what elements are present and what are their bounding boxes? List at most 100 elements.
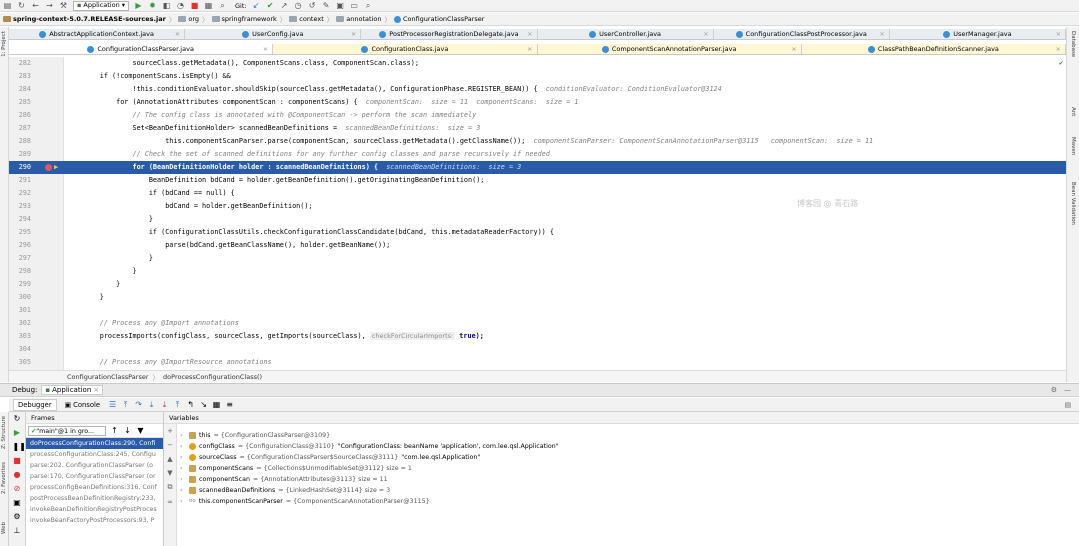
nav-crumb-class[interactable]: ConfigurationClassParser: [393, 15, 484, 23]
forward-icon[interactable]: →: [45, 1, 54, 10]
close-icon[interactable]: ×: [879, 30, 884, 38]
tab-configuration-class-parser[interactable]: ConfigurationClassParser.java ×: [9, 44, 274, 54]
tab-user-config[interactable]: UserConfig.java ×: [185, 29, 362, 39]
move-down-icon[interactable]: ▼: [167, 469, 172, 477]
expand-arrow-icon[interactable]: ›: [180, 474, 186, 485]
nav-crumb-context[interactable]: context: [289, 15, 324, 23]
close-icon[interactable]: ×: [791, 45, 796, 53]
tab-class-path-bean-definition-scanner[interactable]: ClassPathBeanDefinitionScanner.java ×: [801, 44, 1066, 54]
menu-icon[interactable]: ☰: [108, 400, 117, 409]
tab-configuration-class[interactable]: ConfigurationClass.java ×: [273, 44, 538, 54]
layout-icon[interactable]: ▤: [1065, 401, 1071, 409]
arrow-down-icon[interactable]: ↓: [123, 426, 132, 435]
git-commit-icon[interactable]: ✔: [266, 1, 275, 10]
remove-watch-icon[interactable]: −: [167, 441, 173, 449]
profile-icon[interactable]: ◔: [176, 1, 185, 10]
gear-icon[interactable]: ⚙: [1051, 386, 1057, 394]
maven-tool-button[interactable]: Maven: [1070, 137, 1076, 155]
tab-console[interactable]: ▣ Console: [61, 400, 104, 410]
expand-arrow-icon[interactable]: ›: [180, 430, 186, 441]
stack-frame-item[interactable]: parse:202, ConfigurationClassParser (o: [26, 460, 163, 471]
tab-post-processor-registration-delegate[interactable]: PostProcessorRegistrationDelegate.java ×: [361, 29, 538, 39]
copy-icon[interactable]: ⧉: [168, 483, 173, 492]
close-icon[interactable]: ×: [263, 45, 268, 53]
stack-frame-item[interactable]: invokeBeanFactoryPostProcessors:93, P: [26, 515, 163, 526]
drop-frame-icon[interactable]: ↰: [186, 400, 195, 409]
close-icon[interactable]: ×: [1056, 45, 1061, 53]
stack-frame-item[interactable]: processConfigurationClass:245, Configu: [26, 449, 163, 460]
expand-arrow-icon[interactable]: ›: [180, 452, 186, 463]
breadcrumb-method[interactable]: doProcessConfigurationClass(): [163, 373, 262, 381]
close-icon[interactable]: ×: [1056, 30, 1061, 38]
expand-arrow-icon[interactable]: ›: [180, 485, 186, 496]
settings-icon[interactable]: ⚙: [13, 512, 22, 521]
close-icon[interactable]: ×: [703, 30, 708, 38]
filter-icon[interactable]: ▼: [136, 426, 145, 435]
breadcrumb-class[interactable]: ConfigurationClassParser: [67, 373, 149, 381]
build-icon[interactable]: ▦: [204, 1, 213, 10]
force-step-into-icon[interactable]: ⤓: [160, 400, 169, 409]
settings-wrench-icon[interactable]: ✎: [322, 1, 331, 10]
web-tool-button[interactable]: Web: [1, 522, 7, 534]
breakpoint-icon[interactable]: [45, 164, 52, 171]
variable-row[interactable]: › configClass = {ConfigurationClass@3110}…: [180, 441, 559, 452]
trace-icon[interactable]: ≡: [225, 400, 234, 409]
git-push-icon[interactable]: ↗: [280, 1, 289, 10]
pause-icon[interactable]: ❚❚: [13, 442, 26, 451]
git-history-icon[interactable]: ◷: [294, 1, 303, 10]
run-config-dropdown[interactable]: ▪ Application ▾: [73, 0, 129, 11]
close-icon[interactable]: ×: [351, 30, 356, 38]
move-up-icon[interactable]: ▲: [167, 455, 172, 463]
add-watch-icon[interactable]: +: [167, 427, 173, 435]
get-thread-dump-icon[interactable]: ▣: [13, 498, 22, 507]
variable-row[interactable]: › componentScan = {AnnotationAttributes@3…: [180, 474, 388, 485]
stop-icon[interactable]: ■: [190, 1, 199, 10]
expand-arrow-icon[interactable]: ›: [180, 441, 186, 452]
nav-crumb-jar[interactable]: spring-context-5.0.7.RELEASE-sources.jar: [3, 15, 166, 23]
debug-session-tab[interactable]: ▪ Application ×: [41, 385, 104, 395]
tab-user-controller[interactable]: UserController.java ×: [538, 29, 714, 39]
nav-crumb-annotation[interactable]: annotation: [336, 15, 381, 23]
bean-validation-tool-button[interactable]: Bean Validation: [1070, 182, 1076, 225]
step-into-icon[interactable]: ⤓: [147, 400, 156, 409]
arrow-up-icon[interactable]: ↑: [110, 426, 119, 435]
nav-crumb-org[interactable]: org: [178, 15, 199, 23]
variable-row[interactable]: › scannedBeanDefinitions = {LinkedHashSet…: [180, 485, 390, 496]
stack-frame-item[interactable]: processConfigBeanDefinitions:316, Conf: [26, 482, 163, 493]
show-execution-point-icon[interactable]: ⤒: [121, 400, 130, 409]
view-breakpoints-icon[interactable]: ●: [13, 470, 22, 479]
save-icon[interactable]: ▤: [3, 1, 12, 10]
glasses-icon[interactable]: ∞: [167, 498, 173, 506]
expand-arrow-icon[interactable]: ›: [180, 463, 186, 474]
stack-frame-item[interactable]: parse:170, ConfigurationClassParser (or: [26, 471, 163, 482]
ant-tool-button[interactable]: Ant: [1070, 107, 1076, 116]
run-to-cursor-icon[interactable]: ↘: [199, 400, 208, 409]
search-everywhere-icon[interactable]: ⌕: [364, 1, 373, 10]
git-update-icon[interactable]: ↙: [252, 1, 261, 10]
project-structure-icon[interactable]: ▣: [336, 1, 345, 10]
run-icon[interactable]: ▶: [134, 1, 143, 10]
mute-breakpoints-icon[interactable]: ⊘: [13, 484, 22, 493]
variable-row[interactable]: › sourceClass = {ConfigurationClassParser…: [180, 452, 480, 463]
debug-icon[interactable]: ✹: [148, 1, 157, 10]
variable-row[interactable]: › this = {ConfigurationClassParser@3109}: [180, 430, 330, 441]
resume-icon[interactable]: ▶: [13, 428, 22, 437]
restart-icon[interactable]: ↻: [13, 414, 22, 423]
minimize-icon[interactable]: —: [1064, 386, 1071, 394]
tab-configuration-class-post-processor[interactable]: ConfigurationClassPostProcessor.java ×: [714, 29, 890, 39]
terminal-icon[interactable]: ▭: [350, 1, 359, 10]
evaluate-icon[interactable]: ▦: [212, 400, 221, 409]
tab-user-manager[interactable]: UserManager.java ×: [890, 29, 1067, 39]
project-tool-button[interactable]: 1: Project: [1, 31, 7, 57]
close-icon[interactable]: ×: [175, 30, 180, 38]
pin-icon[interactable]: ⊥: [13, 526, 22, 535]
step-over-icon[interactable]: ↷: [134, 400, 143, 409]
nav-crumb-springframework[interactable]: springframework: [211, 15, 277, 23]
git-revert-icon[interactable]: ↺: [308, 1, 317, 10]
stack-frame-item[interactable]: doProcessConfigurationClass:290, Confi: [26, 438, 163, 449]
back-icon[interactable]: ←: [31, 1, 40, 10]
thread-dropdown[interactable]: ✔"main"@1 in gro...: [28, 425, 106, 436]
variable-row[interactable]: › oo this.componentScanParser = {Component…: [180, 496, 430, 507]
variable-row[interactable]: › componentScans = {Collections$Unmodifia…: [180, 463, 412, 474]
tab-component-scan-annotation-parser[interactable]: ComponentScanAnnotationParser.java ×: [537, 44, 802, 54]
